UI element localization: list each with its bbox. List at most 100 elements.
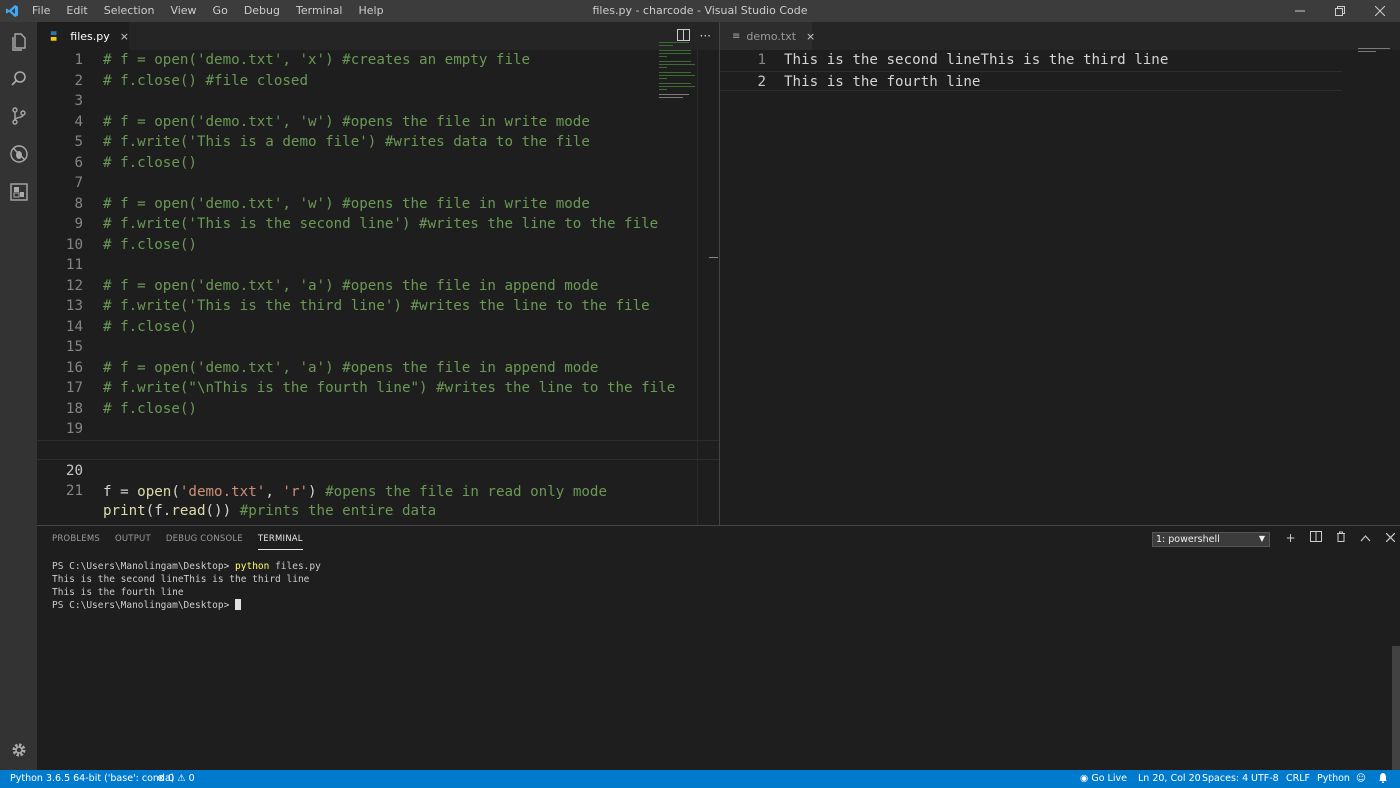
menu-edit[interactable]: Edit (58, 0, 95, 22)
warning-icon: ⚠ (177, 773, 186, 784)
line-number: 9 (74, 216, 83, 232)
menu-help[interactable]: Help (351, 0, 392, 22)
maximize-panel-icon[interactable] (1357, 531, 1374, 545)
code-line: 9 # f.write('This is the second line') #w… (37, 214, 719, 235)
chevron-down-icon: ▼ (1258, 534, 1265, 543)
cursor-position[interactable]: Ln 20, Col 20 (1138, 770, 1201, 788)
text-file-icon: ≡ (732, 30, 741, 42)
code-line: 11 (37, 255, 719, 276)
title-bar: File Edit Selection View Go Debug Termin… (0, 0, 1400, 22)
menu-selection[interactable]: Selection (96, 0, 163, 22)
code-text: # f.close() (103, 400, 197, 417)
python-interpreter[interactable]: Python 3.6.5 64-bit ('base': conda) (10, 770, 174, 788)
terminal-select-value: 1: powershell (1156, 534, 1220, 545)
code-line-current: 20 f = open('demo.txt', 'r') #opens the … (37, 439, 719, 500)
code-line: 4 # f = open('demo.txt', 'w') #opens the … (37, 112, 719, 133)
editor-group-right: ≡ demo.txt × 1 This is the second lineThi… (720, 22, 1400, 525)
line-number: 8 (74, 195, 83, 212)
line-number: 3 (74, 93, 83, 109)
terminal-select[interactable]: 1: powershell ▼ (1152, 532, 1270, 547)
menu-file[interactable]: File (24, 0, 58, 22)
line-number: 19 (65, 421, 83, 437)
close-window-button[interactable] (1360, 0, 1400, 22)
feedback-icon[interactable]: ☺ (1356, 770, 1366, 788)
restore-button[interactable] (1320, 0, 1360, 22)
line-number: 1 (74, 52, 83, 68)
code-line: 7 (37, 173, 719, 194)
tab-label: files.py (70, 29, 110, 43)
code-text: # f.write('This is the second line') #wr… (103, 216, 659, 232)
debug-icon[interactable] (0, 136, 37, 172)
trash-icon[interactable] (1332, 531, 1349, 545)
language-mode[interactable]: Python (1317, 770, 1350, 788)
gear-icon[interactable] (0, 732, 37, 768)
line-number: 18 (65, 400, 83, 417)
tab-output[interactable]: OUTPUT (115, 534, 151, 550)
tab-problems[interactable]: PROBLEMS (52, 534, 100, 550)
close-panel-icon[interactable] (1382, 531, 1399, 545)
terminal-line: PS C:\Users\Manolingam\Desktop> (52, 599, 321, 612)
sash-indicator (709, 257, 718, 258)
close-icon[interactable]: × (120, 30, 129, 43)
minimize-button[interactable] (1280, 0, 1320, 22)
code-line: 13 # f.write('This is the third line') #w… (37, 296, 719, 317)
bell-icon[interactable] (1378, 770, 1388, 788)
search-icon[interactable] (0, 61, 37, 97)
panel-scrollbar[interactable] (1392, 646, 1400, 771)
split-terminal-icon[interactable] (1307, 531, 1324, 545)
encoding[interactable]: UTF-8 (1251, 770, 1279, 788)
menu-debug[interactable]: Debug (236, 0, 288, 22)
status-bar: Python 3.6.5 64-bit ('base': conda) ⊗ 0 … (0, 770, 1400, 788)
source-control-icon[interactable] (0, 98, 37, 134)
terminal-line: This is the second lineThis is the third… (52, 574, 310, 585)
activity-bar (0, 22, 37, 770)
line-number: 17 (65, 380, 83, 396)
text-line: 1 This is the second lineThis is the thir… (720, 50, 1400, 71)
code-line: 14 # f.close() (37, 317, 719, 338)
new-terminal-icon[interactable]: + (1282, 531, 1299, 545)
code-line: 10 # f.close() (37, 235, 719, 256)
indentation[interactable]: Spaces: 4 (1202, 770, 1248, 788)
close-icon[interactable]: × (806, 30, 815, 43)
explorer-icon[interactable] (0, 24, 37, 60)
code-text: # f = open('demo.txt', 'w') #opens the f… (103, 113, 590, 130)
code-text: # f.write('This is the third line') #wri… (103, 298, 650, 314)
code-line: 8 # f = open('demo.txt', 'w') #opens the … (37, 194, 719, 215)
line-number: 6 (74, 154, 83, 171)
tab-demo-txt[interactable]: ≡ demo.txt × (720, 22, 815, 50)
tab-debug-console[interactable]: DEBUG CONSOLE (166, 534, 243, 550)
problems-count[interactable]: ⊗ 0 ⚠ 0 (157, 770, 195, 788)
line-number: 11 (65, 257, 83, 273)
tab-bar-right: ≡ demo.txt × (720, 22, 1400, 50)
code-text: # f = open('demo.txt', 'w') #opens the f… (103, 195, 590, 212)
menu-view[interactable]: View (162, 0, 204, 22)
line-number: 13 (65, 298, 83, 314)
code-line: 6 # f.close() (37, 153, 719, 174)
more-actions-icon[interactable]: ··· (700, 29, 711, 43)
line-ending[interactable]: CRLF (1286, 770, 1310, 788)
text-content: This is the fourth line (784, 73, 981, 90)
extensions-icon[interactable] (0, 174, 37, 210)
code-line: 19 (37, 419, 719, 440)
code-editor-demo-txt[interactable]: 1 This is the second lineThis is the thir… (720, 50, 1400, 91)
terminal-output[interactable]: PS C:\Users\Manolingam\Desktop> python f… (52, 560, 321, 612)
text-content: This is the second lineThis is the third… (784, 52, 1169, 68)
go-live-button[interactable]: ◉ Go Live (1080, 770, 1127, 788)
line-number: 2 (757, 73, 766, 90)
code-line: 18 # f.close() (37, 399, 719, 420)
code-line: 5 # f.write('This is a demo file') #write… (37, 132, 719, 153)
line-number: 14 (65, 318, 83, 335)
error-icon: ⊗ (157, 773, 165, 784)
menu-bar: File Edit Selection View Go Debug Termin… (24, 0, 392, 22)
line-number: 15 (65, 339, 83, 355)
broadcast-icon: ◉ (1080, 773, 1089, 784)
code-text: # f.close() (103, 154, 197, 171)
tab-terminal[interactable]: TERMINAL (257, 534, 303, 550)
tab-files-py[interactable]: files.py × (37, 22, 129, 50)
code-editor-files-py[interactable]: 1 # f = open('demo.txt', 'x') #creates an… (37, 50, 719, 519)
menu-go[interactable]: Go (205, 0, 236, 22)
line-number: 1 (757, 52, 766, 68)
code-text: # f = open('demo.txt', 'a') #opens the f… (103, 359, 599, 376)
line-number: 10 (65, 236, 83, 253)
menu-terminal[interactable]: Terminal (288, 0, 351, 22)
